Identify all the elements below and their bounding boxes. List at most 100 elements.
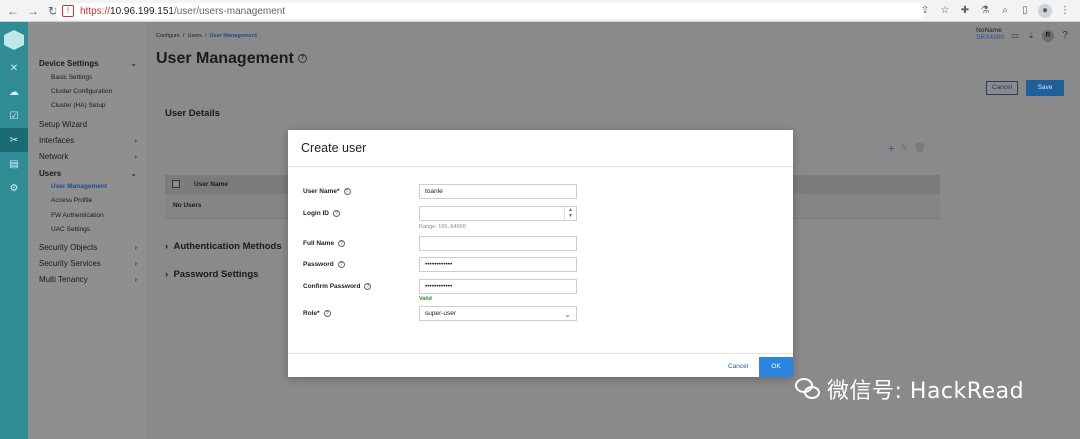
sidebar-item-cluster-ha-setup[interactable]: Cluster (HA) Setup [51, 102, 149, 109]
sidebar-item-label: Security Objects [39, 243, 98, 252]
help-icon[interactable]: ? [343, 188, 351, 195]
back-icon[interactable]: ← [6, 4, 20, 18]
sidebar-item-access-profile[interactable]: Access Profile [51, 197, 149, 204]
cloud-icon[interactable]: ☁ [0, 80, 28, 104]
icon-rail: ✕ ☁ ☑ ✂ ▤ ⚙ [0, 22, 28, 439]
dialog-title: Create user [301, 141, 367, 155]
page-title-text: User Management [156, 50, 294, 67]
help-icon[interactable]: ? [1060, 31, 1070, 41]
check-icon[interactable]: ☑ [0, 104, 28, 128]
edit-icon[interactable]: ✎ [900, 143, 908, 155]
help-icon[interactable]: ? [333, 210, 340, 217]
role-select[interactable]: super-user ⌄ [419, 306, 577, 321]
extension-icon[interactable]: ✚ [958, 4, 972, 18]
full-name-field[interactable] [419, 236, 577, 251]
breadcrumb-separator: / [204, 33, 207, 39]
user-name-field[interactable]: toanle [419, 184, 577, 199]
password-label: Password? [303, 261, 345, 268]
table-actions: + ✎ 🗑 [888, 143, 925, 155]
breadcrumb-configure[interactable]: Configure [156, 33, 180, 39]
create-user-dialog: Create user User Name*? toanle Login ID?… [288, 130, 793, 377]
help-icon[interactable]: ? [323, 310, 331, 317]
document-icon[interactable]: ▤ [0, 152, 28, 176]
label-text: Role* [303, 310, 320, 317]
help-icon[interactable]: ? [364, 283, 372, 290]
confirm-password-field[interactable]: •••••••••••• [419, 279, 577, 294]
help-icon[interactable]: ? [338, 240, 346, 247]
dialog-footer-divider [288, 353, 793, 354]
not-secure-icon[interactable]: ! [62, 5, 74, 17]
empty-table-text: No Users [173, 202, 202, 209]
sidebar-item-multi-tenancy[interactable]: Multi Tenancy › [39, 275, 137, 284]
login-id-label: Login ID? [303, 210, 340, 217]
commit-icon[interactable]: ⤓ [1026, 31, 1036, 41]
breadcrumb-users[interactable]: Users [188, 33, 202, 39]
sidebar-item-fw-authentication[interactable]: FW Authentication [51, 212, 149, 219]
authentication-methods-section[interactable]: › Authentication Methods [165, 241, 282, 252]
cancel-button[interactable]: Cancel [986, 81, 1018, 95]
sidebar-item-basic-settings[interactable]: Basic Settings [51, 74, 149, 81]
close-icon[interactable]: ✕ [0, 56, 28, 80]
sidebar-item-label: Setup Wizard [39, 120, 88, 129]
delete-icon[interactable]: 🗑 [914, 143, 925, 155]
sidebar-item-security-services[interactable]: Security Services › [39, 259, 137, 268]
lab-icon[interactable]: ⚗ [978, 4, 992, 18]
search-icon[interactable]: ⌕ [998, 4, 1012, 18]
password-field[interactable]: •••••••••••• [419, 257, 577, 272]
sidebar-item-security-objects[interactable]: Security Objects › [39, 243, 137, 252]
dialog-header: Create user [288, 130, 793, 167]
save-button[interactable]: Save [1026, 80, 1064, 96]
login-id-stepper[interactable]: ▲ ▼ [564, 207, 576, 220]
sidebar-item-users[interactable]: Users ⌄ [39, 169, 137, 178]
help-icon[interactable]: ? [337, 261, 345, 268]
url-path: /user/users-management [173, 5, 286, 17]
login-id-field[interactable]: ▲ ▼ [419, 206, 577, 221]
select-all-checkbox[interactable] [172, 180, 180, 188]
password-valid-text: Valid [419, 296, 432, 302]
section-title: User Details [165, 108, 220, 119]
label-text: User Name* [303, 188, 340, 195]
juniper-logo-icon[interactable] [4, 30, 24, 50]
chevron-down-icon: ⌄ [130, 169, 137, 178]
login-id-hint: Range: 100..64000 [419, 224, 466, 230]
bookmark-star-icon[interactable]: ☆ [938, 4, 952, 18]
forward-icon[interactable]: → [26, 4, 40, 18]
tools-icon[interactable]: ✂ [0, 128, 28, 152]
watermark-text: 微信号: HackRead [827, 379, 1025, 404]
label-text: Password [303, 261, 334, 268]
sidebar-item-label: Device Settings [39, 59, 99, 68]
message-icon[interactable]: ▭ [1010, 31, 1020, 41]
sidebar-item-setup-wizard[interactable]: Setup Wizard [39, 120, 137, 129]
dialog-cancel-button[interactable]: Cancel [728, 363, 748, 370]
sidebar-item-label: Access Profile [51, 197, 93, 204]
address-bar[interactable]: ! https://10.96.199.151/user/users-manag… [56, 3, 926, 19]
add-icon[interactable]: + [888, 143, 894, 155]
share-icon[interactable]: ⇪ [918, 4, 932, 18]
sidebar-item-cluster-configuration[interactable]: Cluster Configuration [51, 88, 149, 95]
sidebar-item-network[interactable]: Network › [39, 152, 137, 161]
label-text: Login ID [303, 210, 329, 217]
sidebar-item-uac-settings[interactable]: UAC Settings [51, 226, 149, 233]
role-selected-value: super-user [425, 310, 457, 317]
password-settings-section[interactable]: › Password Settings [165, 269, 258, 280]
help-icon[interactable]: ? [297, 54, 307, 64]
sidebar-item-label: Security Services [39, 259, 101, 268]
url-host: 10.96.199.151 [110, 5, 174, 17]
sidebar-item-user-management[interactable]: User Management [51, 183, 149, 190]
profile-avatar[interactable]: ● [1038, 4, 1052, 18]
role-label: Role*? [303, 310, 331, 317]
sidebar-item-device-settings[interactable]: Device Settings ⌄ [39, 59, 137, 68]
user-avatar[interactable]: R [1042, 30, 1054, 42]
chevron-down-icon: ⌄ [130, 59, 137, 68]
user-name-label: User Name*? [303, 188, 351, 195]
device-name: NoName SRX4200 [976, 27, 1004, 41]
sidebar-item-interfaces[interactable]: Interfaces › [39, 136, 137, 145]
column-header-user-name[interactable]: User Name [194, 181, 228, 188]
sidebar-item-label: FW Authentication [51, 212, 104, 219]
gear-icon[interactable]: ⚙ [0, 176, 28, 200]
breadcrumb: Configure / Users / User Management [156, 33, 257, 39]
dialog-ok-button[interactable]: OK [759, 357, 793, 377]
menu-dots-icon[interactable]: ⋮ [1058, 4, 1072, 18]
chevron-right-icon: › [134, 275, 137, 284]
sidepanel-icon[interactable]: ▯ [1018, 4, 1032, 18]
